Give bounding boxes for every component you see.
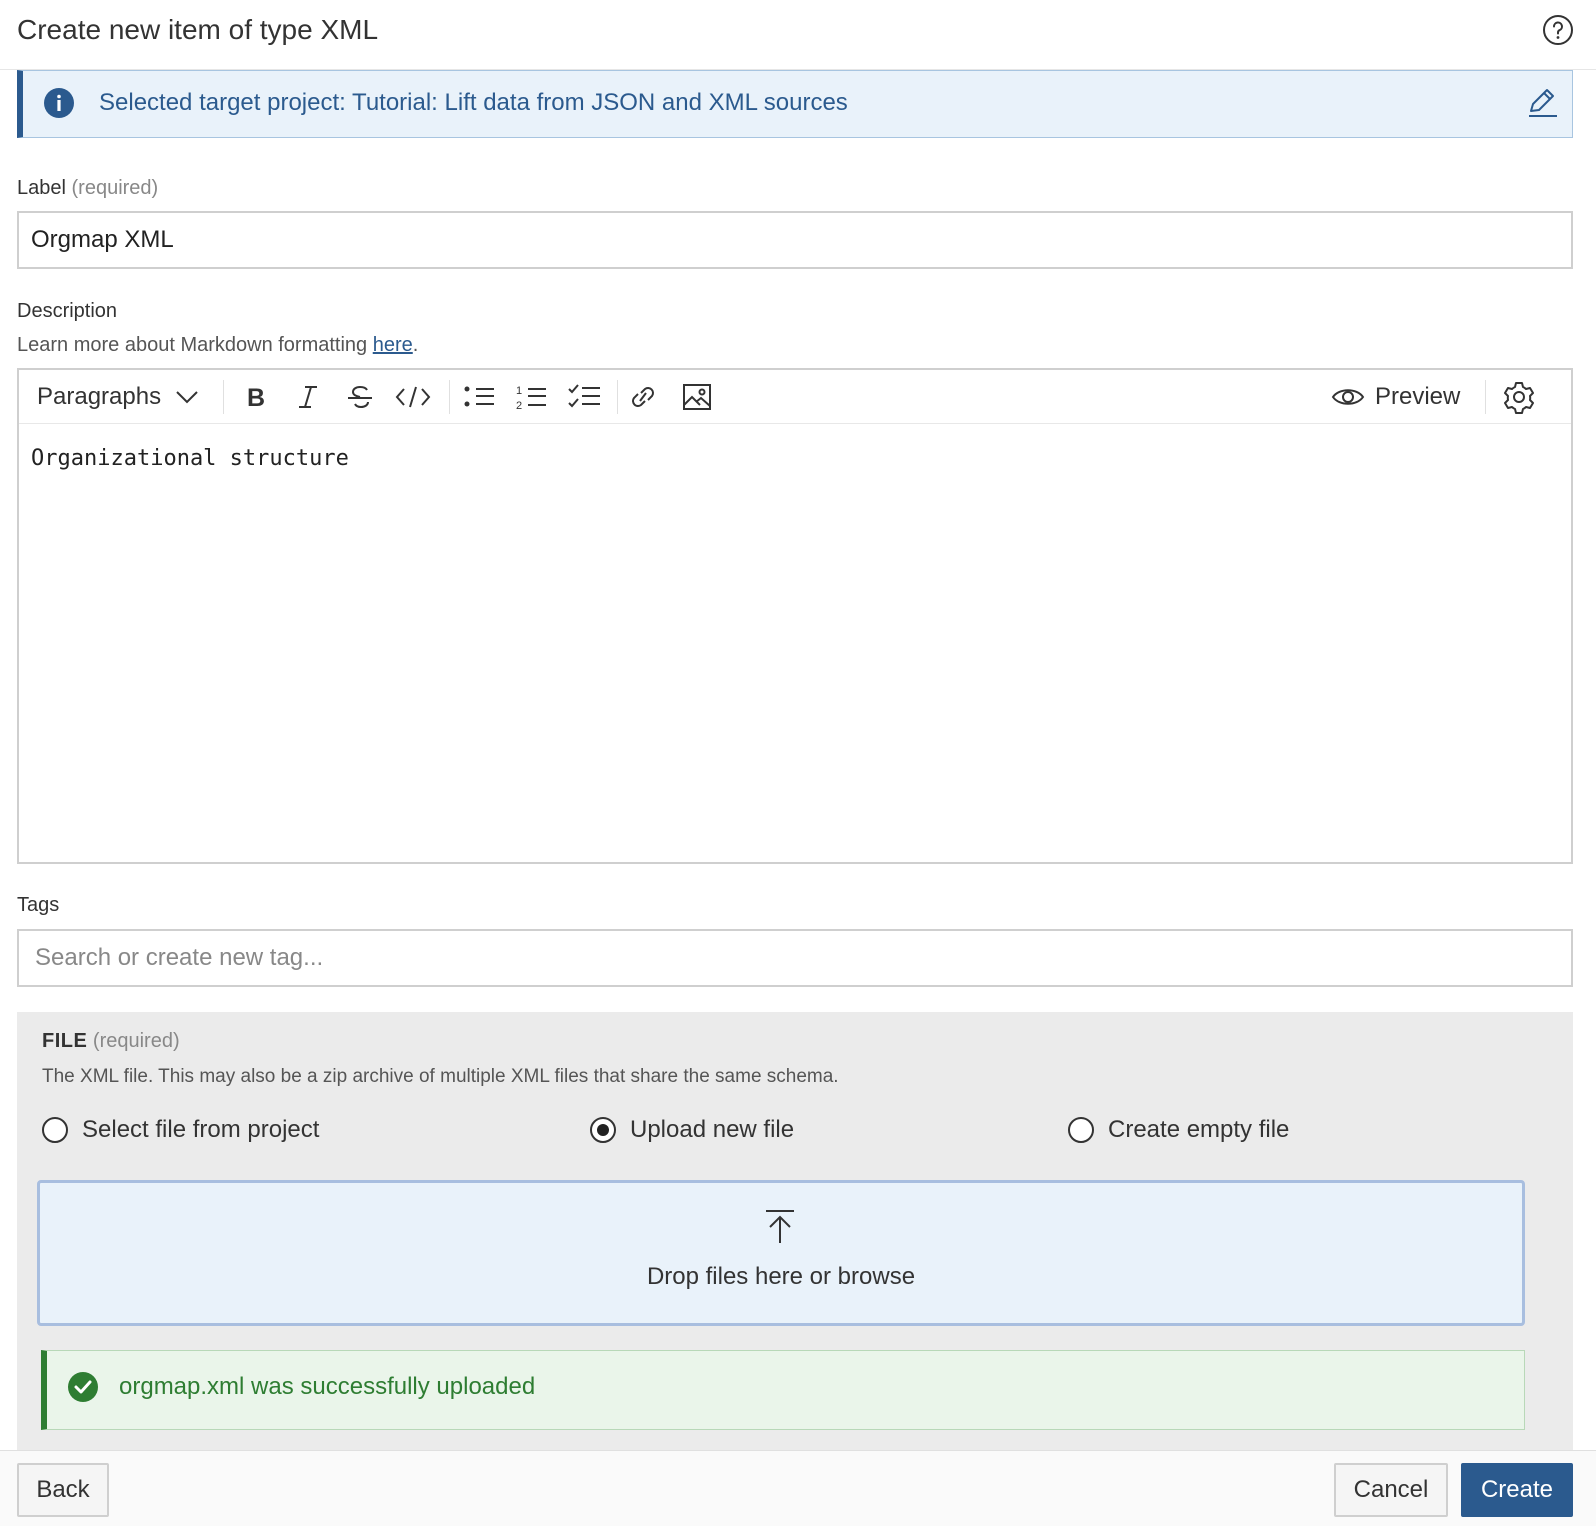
dialog-header: Create new item of type XML <box>0 0 1596 70</box>
file-section-title: FILE (required) <box>42 1030 180 1052</box>
description-textarea[interactable]: Organizational structure <box>31 446 1551 846</box>
dropzone-text: Drop files here or browse <box>646 1263 916 1290</box>
help-circle-icon[interactable] <box>1542 14 1574 46</box>
label-field-text: Label <box>17 177 66 199</box>
upload-arrow-icon <box>764 1209 796 1245</box>
radio-create-empty-file[interactable]: Create empty file <box>1068 1116 1289 1144</box>
upload-success-text: orgmap.xml was successfully uploaded <box>119 1373 536 1400</box>
image-icon <box>683 384 711 410</box>
markdown-hint: Learn more about Markdown formatting her… <box>17 334 419 356</box>
target-project-banner: Selected target project: Tutorial: Lift … <box>17 70 1573 138</box>
radio-circle <box>1068 1117 1094 1143</box>
checklist-icon <box>568 384 600 408</box>
upload-success-message: orgmap.xml was successfully uploaded <box>41 1350 1525 1430</box>
bold-button[interactable]: B <box>237 378 275 416</box>
italic-icon <box>299 386 317 408</box>
link-button[interactable] <box>623 378 663 416</box>
toolbar-divider <box>1485 380 1486 414</box>
file-dropzone[interactable]: Drop files here or browse <box>37 1180 1525 1326</box>
label-field-label: Label (required) <box>17 177 158 200</box>
back-button[interactable]: Back <box>17 1463 109 1517</box>
toolbar-divider <box>449 380 450 414</box>
numbered-list-button[interactable]: 12 <box>513 378 551 416</box>
radio-upload-new-file[interactable]: Upload new file <box>590 1116 794 1144</box>
bullet-list-button[interactable] <box>461 378 499 416</box>
label-input[interactable] <box>17 211 1573 269</box>
dialog-footer: Back Cancel Create <box>0 1450 1596 1526</box>
required-indicator: (required) <box>71 177 159 199</box>
svg-text:B: B <box>247 384 265 410</box>
italic-button[interactable] <box>289 378 327 416</box>
numbered-list-icon: 12 <box>516 385 546 411</box>
radio-circle <box>42 1117 68 1143</box>
strikethrough-button[interactable] <box>341 378 379 416</box>
file-description: The XML file. This may also be a zip arc… <box>42 1066 839 1087</box>
editor-settings-button[interactable] <box>1499 378 1539 416</box>
toolbar-divider <box>223 380 224 414</box>
tags-search-input[interactable] <box>17 929 1573 987</box>
markdown-help-link[interactable]: here <box>373 334 413 356</box>
info-icon <box>43 87 75 119</box>
code-icon <box>395 386 431 408</box>
check-circle-icon <box>67 1371 99 1403</box>
chevron-down-icon <box>176 391 198 404</box>
create-button[interactable]: Create <box>1461 1463 1573 1517</box>
preview-button[interactable]: Preview <box>1331 378 1460 416</box>
code-button[interactable] <box>393 378 433 416</box>
required-indicator: (required) <box>92 1030 180 1052</box>
radio-select-file-from-project[interactable]: Select file from project <box>42 1116 319 1144</box>
bold-icon: B <box>247 384 265 410</box>
bullet-list-icon <box>464 386 494 407</box>
eye-icon <box>1331 389 1365 405</box>
markdown-editor: Paragraphs B 12 Preview Organizational s… <box>17 368 1573 864</box>
dialog-content: Selected target project: Tutorial: Lift … <box>17 70 1573 1450</box>
strikethrough-icon <box>348 385 372 409</box>
image-button[interactable] <box>677 378 717 416</box>
target-project-text: Selected target project: Tutorial: Lift … <box>99 89 848 116</box>
toolbar-divider <box>617 380 618 414</box>
edit-pencil-icon[interactable] <box>1525 85 1559 119</box>
checklist-button[interactable] <box>565 378 605 416</box>
paragraphs-dropdown[interactable]: Paragraphs <box>37 378 199 416</box>
radio-circle-checked <box>590 1117 616 1143</box>
link-icon <box>632 387 654 407</box>
paragraphs-label: Paragraphs <box>37 383 162 410</box>
dialog-title: Create new item of type XML <box>17 14 379 45</box>
file-section: FILE (required) The XML file. This may a… <box>17 1012 1573 1450</box>
description-label: Description <box>17 300 118 322</box>
editor-toolbar: Paragraphs B 12 Preview <box>19 370 1571 424</box>
preview-label: Preview <box>1375 383 1461 410</box>
cancel-button[interactable]: Cancel <box>1334 1463 1448 1517</box>
svg-text:2: 2 <box>516 400 522 411</box>
gear-icon <box>1504 382 1534 414</box>
svg-text:1: 1 <box>516 385 522 397</box>
tags-label: Tags <box>17 894 60 916</box>
